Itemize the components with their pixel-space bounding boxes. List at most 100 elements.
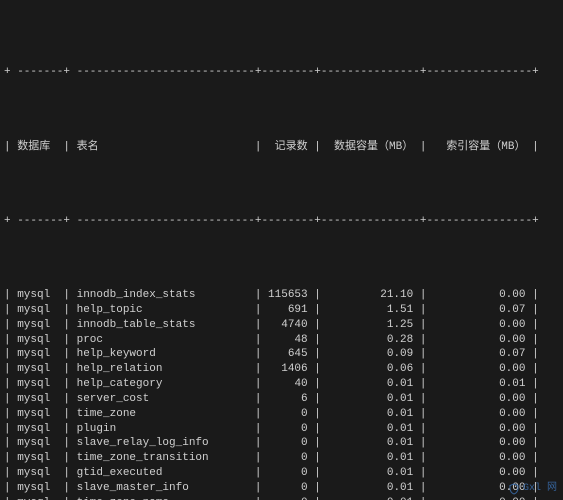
cell-idx: 0.00 xyxy=(426,496,532,500)
cell-db: mysql xyxy=(11,303,64,318)
cell-table: help_keyword xyxy=(70,347,255,362)
watermark-text: Gxl 网 xyxy=(523,482,557,496)
cell-idx: 0.00 xyxy=(426,318,532,333)
cell-db: mysql xyxy=(11,466,64,481)
cell-idx: 0.00 xyxy=(426,451,532,466)
cell-db: mysql xyxy=(11,318,64,333)
table-row: |mysql|proc|48|0.28|0.00| xyxy=(4,333,559,348)
col-db: 数据库 xyxy=(11,140,64,155)
cell-data: 1.51 xyxy=(321,303,420,318)
col-idx: 索引容量（MB） xyxy=(426,140,532,155)
cell-idx: 0.07 xyxy=(426,347,532,362)
cell-db: mysql xyxy=(11,392,64,407)
table-row: |mysql|help_relation|1406|0.06|0.00| xyxy=(4,362,559,377)
table-header: |数据库 |表名 |记录数 |数据容量（MB） |索引容量（MB） | xyxy=(4,140,559,155)
cell-table: gtid_executed xyxy=(70,466,255,481)
table-row: |mysql|gtid_executed|0|0.01|0.00| xyxy=(4,466,559,481)
table-divider-top: +-------- +---------------------------- … xyxy=(4,65,559,80)
table-row: |mysql|slave_relay_log_info|0|0.01|0.00| xyxy=(4,436,559,451)
cell-db: mysql xyxy=(11,422,64,437)
cell-rows: 48 xyxy=(261,333,314,348)
cell-idx: 0.00 xyxy=(426,436,532,451)
cell-rows: 0 xyxy=(261,496,314,500)
col-table: 表名 xyxy=(70,140,255,155)
table-row: |mysql|help_keyword|645|0.09|0.07| xyxy=(4,347,559,362)
cell-data: 0.01 xyxy=(321,407,420,422)
cell-table: innodb_index_stats xyxy=(70,288,255,303)
cell-db: mysql xyxy=(11,481,64,496)
cell-data: 0.09 xyxy=(321,347,420,362)
table-row: |mysql|plugin|0|0.01|0.00| xyxy=(4,422,559,437)
cell-rows: 0 xyxy=(261,436,314,451)
cell-rows: 0 xyxy=(261,481,314,496)
table-row: |mysql|innodb_table_stats|4740|1.25|0.00… xyxy=(4,318,559,333)
table-row: |mysql|help_category|40|0.01|0.01| xyxy=(4,377,559,392)
cell-db: mysql xyxy=(11,407,64,422)
cell-idx: 0.00 xyxy=(426,362,532,377)
cell-table: help_category xyxy=(70,377,255,392)
cell-data: 0.01 xyxy=(321,466,420,481)
table-row: |mysql|server_cost|6|0.01|0.00| xyxy=(4,392,559,407)
cell-rows: 0 xyxy=(261,451,314,466)
cell-data: 0.01 xyxy=(321,436,420,451)
table-row: |mysql|time_zone|0|0.01|0.00| xyxy=(4,407,559,422)
cell-idx: 0.00 xyxy=(426,422,532,437)
cell-data: 0.01 xyxy=(321,377,420,392)
cell-table: help_topic xyxy=(70,303,255,318)
cell-rows: 4740 xyxy=(261,318,314,333)
cell-table: plugin xyxy=(70,422,255,437)
cell-rows: 115653 xyxy=(261,288,314,303)
cell-table: innodb_table_stats xyxy=(70,318,255,333)
cell-db: mysql xyxy=(11,362,64,377)
cell-rows: 691 xyxy=(261,303,314,318)
cell-db: mysql xyxy=(11,451,64,466)
cell-table: proc xyxy=(70,333,255,348)
table-body: |mysql|innodb_index_stats|115653|21.10|0… xyxy=(4,288,559,500)
cell-idx: 0.00 xyxy=(426,392,532,407)
cell-data: 0.01 xyxy=(321,422,420,437)
cell-table: time_zone_name xyxy=(70,496,255,500)
cell-rows: 0 xyxy=(261,407,314,422)
cell-table: help_relation xyxy=(70,362,255,377)
table-row: |mysql|slave_master_info|0|0.01|0.00| xyxy=(4,481,559,496)
cell-rows: 6 xyxy=(261,392,314,407)
cell-idx: 0.00 xyxy=(426,288,532,303)
cell-idx: 0.00 xyxy=(426,333,532,348)
col-data: 数据容量（MB） xyxy=(321,140,420,155)
cell-rows: 0 xyxy=(261,466,314,481)
cell-rows: 40 xyxy=(261,377,314,392)
watermark: Gxl 网 xyxy=(508,482,557,496)
cell-data: 1.25 xyxy=(321,318,420,333)
table-row: |mysql|help_topic|691|1.51|0.07| xyxy=(4,303,559,318)
cell-table: slave_master_info xyxy=(70,481,255,496)
cell-db: mysql xyxy=(11,496,64,500)
cell-db: mysql xyxy=(11,436,64,451)
cell-data: 0.28 xyxy=(321,333,420,348)
col-rows: 记录数 xyxy=(261,140,314,155)
cell-table: server_cost xyxy=(70,392,255,407)
cell-data: 0.01 xyxy=(321,496,420,500)
cell-data: 0.01 xyxy=(321,481,420,496)
table-row: |mysql|time_zone_transition|0|0.01|0.00| xyxy=(4,451,559,466)
cell-data: 0.01 xyxy=(321,392,420,407)
cell-table: time_zone_transition xyxy=(70,451,255,466)
cell-rows: 1406 xyxy=(261,362,314,377)
cell-data: 0.06 xyxy=(321,362,420,377)
cell-data: 0.01 xyxy=(321,451,420,466)
shield-icon xyxy=(508,482,520,496)
terminal-output: +-------- +---------------------------- … xyxy=(0,0,563,500)
cell-db: mysql xyxy=(11,333,64,348)
cell-rows: 0 xyxy=(261,422,314,437)
table-divider-header: +-------- +---------------------------- … xyxy=(4,214,559,229)
table-row: |mysql|innodb_index_stats|115653|21.10|0… xyxy=(4,288,559,303)
cell-db: mysql xyxy=(11,288,64,303)
cell-db: mysql xyxy=(11,377,64,392)
cell-idx: 0.00 xyxy=(426,407,532,422)
cell-table: slave_relay_log_info xyxy=(70,436,255,451)
cell-db: mysql xyxy=(11,347,64,362)
cell-rows: 645 xyxy=(261,347,314,362)
cell-idx: 0.00 xyxy=(426,466,532,481)
cell-idx: 0.07 xyxy=(426,303,532,318)
cell-data: 21.10 xyxy=(321,288,420,303)
cell-table: time_zone xyxy=(70,407,255,422)
